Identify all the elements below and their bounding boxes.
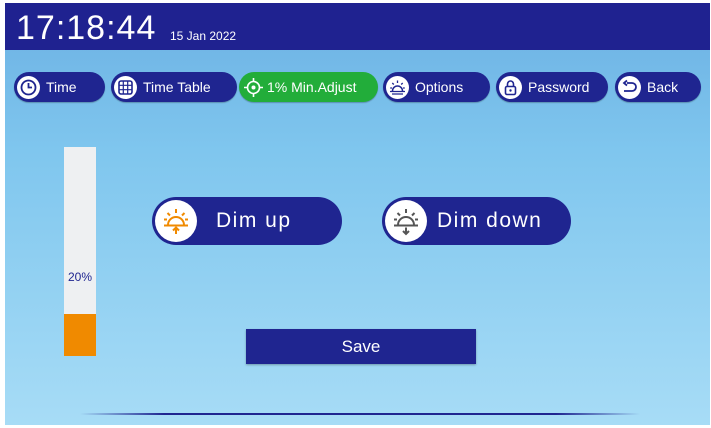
brightness-level-bar: 20% bbox=[64, 147, 96, 356]
nav-min-adjust-button[interactable]: 1% Min.Adjust bbox=[239, 72, 378, 102]
nav-password-button[interactable]: Password bbox=[496, 72, 608, 102]
nav-time-table-button[interactable]: Time Table bbox=[111, 72, 237, 102]
lock-icon bbox=[499, 75, 522, 99]
screen: 17:18:44 15 Jan 2022 Time Time Table 1% … bbox=[5, 3, 710, 425]
nav-label: Options bbox=[415, 79, 464, 95]
dim-down-label: Dim down bbox=[437, 209, 543, 232]
nav-label: Back bbox=[647, 79, 679, 95]
nav-label: Password bbox=[528, 79, 590, 95]
bottom-divider bbox=[80, 413, 640, 415]
dim-down-button[interactable]: Dim down bbox=[382, 197, 571, 245]
grid-table-icon bbox=[114, 75, 137, 99]
sunset-down-icon bbox=[385, 200, 427, 242]
dim-up-label: Dim up bbox=[216, 209, 292, 232]
clock-time: 17:18:44 bbox=[16, 9, 157, 47]
sunrise-up-icon bbox=[155, 200, 197, 242]
clock-icon bbox=[17, 75, 40, 99]
target-icon bbox=[242, 76, 265, 99]
header-bar: 17:18:44 15 Jan 2022 bbox=[5, 3, 710, 50]
sun-options-icon bbox=[386, 75, 409, 99]
nav-label: 1% Min.Adjust bbox=[267, 79, 357, 95]
nav-label: Time bbox=[46, 79, 77, 95]
brightness-level-fill bbox=[64, 314, 96, 356]
nav-time-button[interactable]: Time bbox=[14, 72, 105, 102]
nav-label: Time Table bbox=[143, 79, 211, 95]
brightness-level-percent: 20% bbox=[67, 270, 93, 284]
dim-up-button[interactable]: Dim up bbox=[152, 197, 342, 245]
nav-options-button[interactable]: Options bbox=[383, 72, 490, 102]
nav-back-button[interactable]: Back bbox=[615, 72, 701, 102]
clock-date: 15 Jan 2022 bbox=[170, 29, 237, 43]
back-arrow-icon bbox=[618, 75, 641, 99]
save-button[interactable]: Save bbox=[246, 329, 476, 364]
